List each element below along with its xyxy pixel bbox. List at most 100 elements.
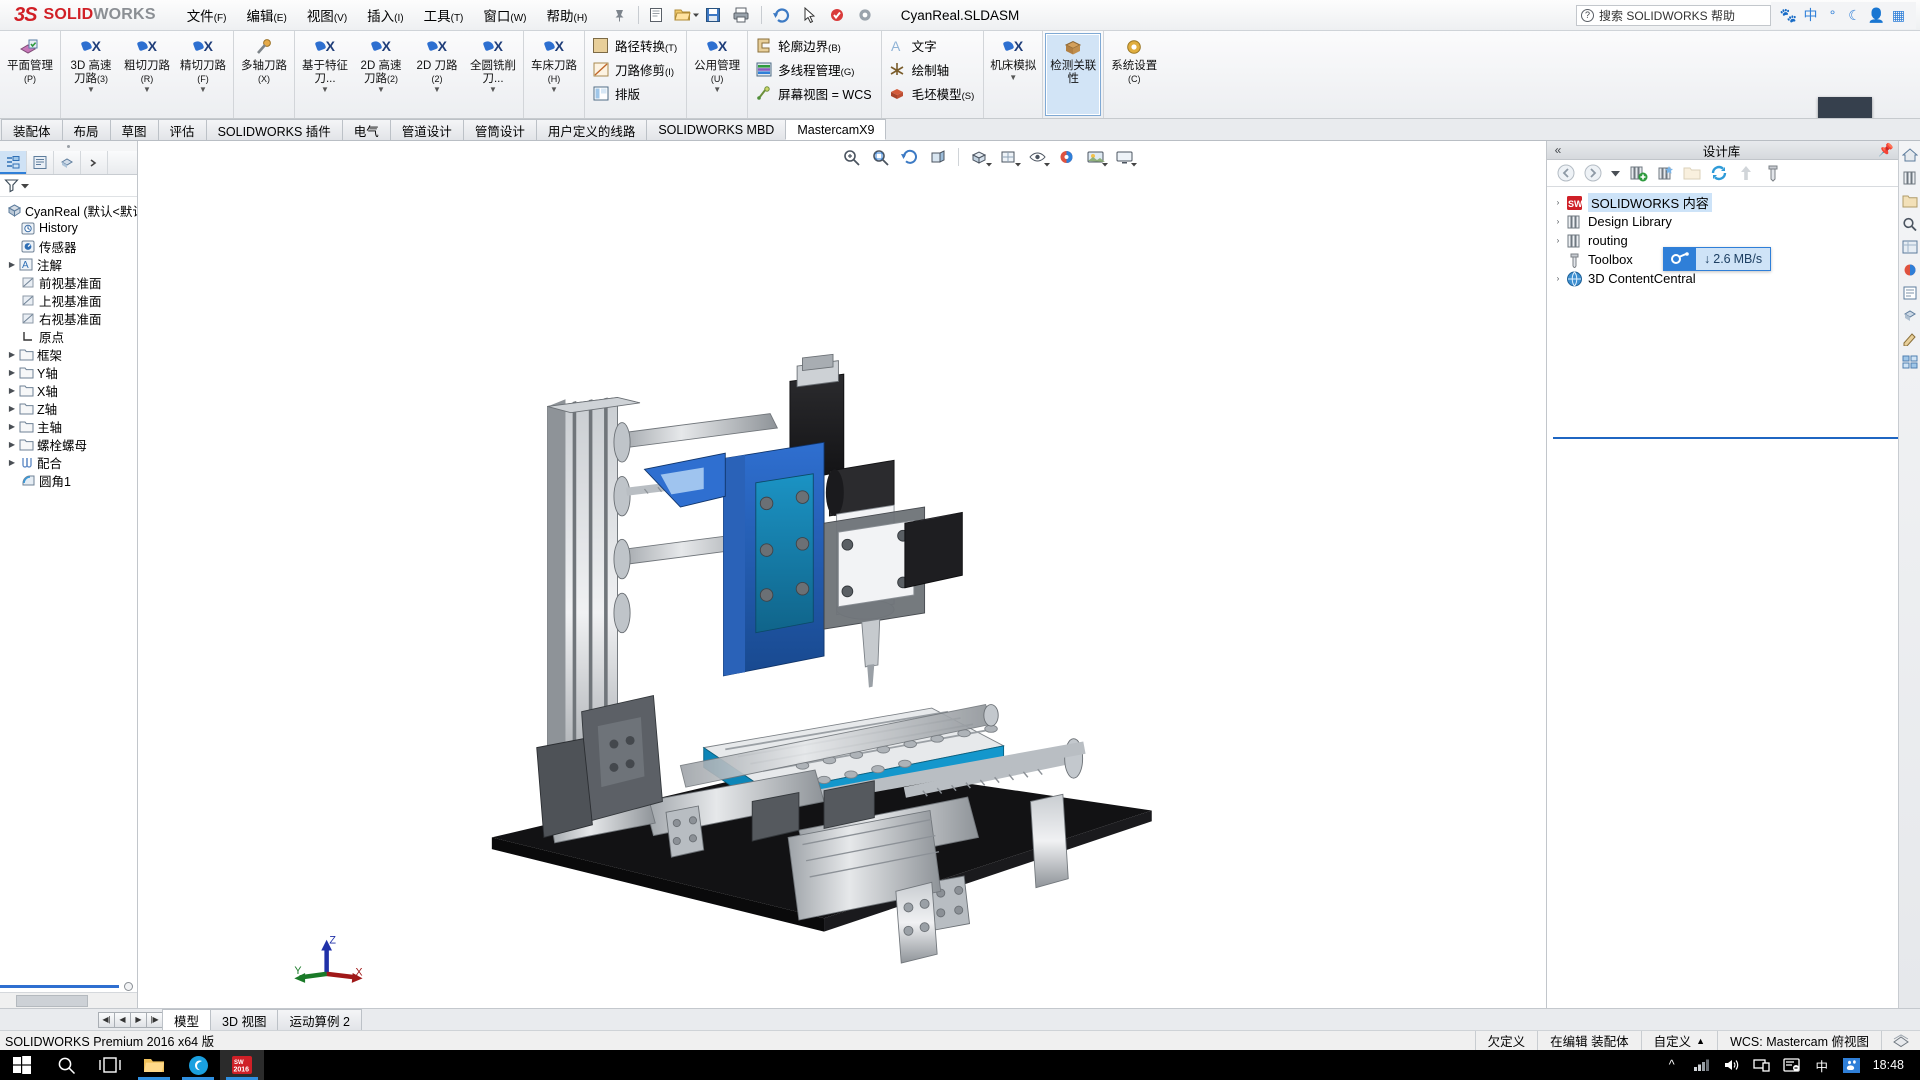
scroll-thumb[interactable] [16,995,88,1007]
rebuild-icon[interactable] [824,3,850,27]
document-tab-bar[interactable]: ◀| ◀ ▶ |▶ 模型 3D 视图 运动算例 2 [0,1008,1920,1030]
doc-tab-motion-study[interactable]: 运动算例 2 [277,1009,361,1030]
volume-icon[interactable] [1717,1050,1747,1080]
screen-view-wcs-item[interactable]: 屏幕视图 = WCS [752,82,876,105]
file-explorer-icon[interactable] [1901,193,1919,209]
library-item-design-library[interactable]: › Design Library [1547,212,1898,231]
chevron-down-icon[interactable]: ▼ [87,86,95,94]
feature-item-z-axis[interactable]: ▶ Z轴 [0,399,137,417]
start-button[interactable] [0,1050,44,1080]
feature-item-bolts-nuts[interactable]: ▶ 螺栓螺母 [0,435,137,453]
options-gear-icon[interactable] [852,3,878,27]
zoom-to-fit-icon[interactable] [838,144,864,170]
action-center-icon[interactable] [1777,1050,1807,1080]
feature-item-front-plane[interactable]: 前视基准面 [0,273,137,291]
quick-access-toolbar[interactable] [606,3,878,27]
multiaxis-toolpath-button[interactable]: 多轴刀路(X) [236,33,292,116]
built-in-icon[interactable] [1901,308,1919,324]
feature-item-spindle[interactable]: ▶ 主轴 [0,417,137,435]
task-view[interactable] [88,1050,132,1080]
stock-model-item[interactable]: 毛坯模型(S) [886,82,980,105]
menu-insert[interactable]: 插入(I) [358,1,412,29]
solidworks-app[interactable]: SW2016 [220,1050,264,1080]
expand-arrow-icon[interactable]: › [1551,198,1565,207]
weather-icon[interactable]: ° [1823,7,1842,23]
task-pane-rail[interactable] [1898,141,1920,1008]
multithread-manager-item[interactable]: 多线程管理(G) [752,58,876,81]
chevron-up-icon[interactable]: ▲ [1696,1036,1705,1046]
expand-arrow-icon[interactable]: › [1551,217,1565,226]
feature-item-annotations[interactable]: ▶ A 注解 [0,255,137,273]
splitter-knob[interactable] [124,982,133,991]
taskbar-clock[interactable]: 18:48 [1867,1058,1914,1072]
chevron-down-icon[interactable]: ▼ [713,86,721,94]
chevron-down-icon[interactable]: ▼ [1009,74,1017,82]
dropdown-icon[interactable] [1609,163,1621,184]
expand-arrow-icon[interactable]: ▶ [6,404,18,413]
check-associativity-button[interactable]: 检测关联性 [1045,33,1101,116]
select-icon[interactable] [796,3,822,27]
chevron-double-left-icon[interactable]: « [1547,143,1569,157]
tab-piping[interactable]: 管道设计 [390,119,464,140]
view-heads-up-toolbar[interactable] [138,141,1546,173]
menu-file[interactable]: 文件(F) [178,1,236,29]
ime-chinese-icon[interactable]: 中 [1807,1050,1837,1080]
window-status-icons[interactable]: 🐾 中 ° ☾ 👤 ▦ [1771,2,1916,29]
text-item[interactable]: A 文字 [886,34,980,57]
expand-arrow-icon[interactable]: ▶ [6,368,18,377]
tab-solidworks-addins[interactable]: SOLIDWORKS 插件 [206,119,343,140]
feature-tree-hscrollbar[interactable] [0,992,137,1008]
path-transform-item[interactable]: 路径转换(T) [589,34,682,57]
feature-item-fillet1[interactable]: 圆角1 [0,471,137,489]
last-icon[interactable]: |▶ [146,1012,163,1028]
chevron-down-icon[interactable]: ▼ [321,86,329,94]
tab-tubing[interactable]: 管筒设计 [463,119,537,140]
feature-item-top-plane[interactable]: 上视基准面 [0,291,137,309]
appearances-icon[interactable] [1053,144,1079,170]
tab-user-defined-route[interactable]: 用户定义的线路 [536,119,648,140]
expand-arrow-icon[interactable]: › [1551,274,1565,283]
library-item-solidworks-content[interactable]: › SW SOLIDWORKS 内容 [1547,193,1898,212]
doc-tab-model[interactable]: 模型 [162,1009,211,1030]
open-folder-icon[interactable] [1681,163,1702,184]
menu-edit[interactable]: 编辑(E) [237,1,295,29]
tab-solidworks-mbd[interactable]: SOLIDWORKS MBD [646,119,786,140]
expand-arrow-icon[interactable]: › [1551,236,1565,245]
feature-item-right-plane[interactable]: 右视基准面 [0,309,137,327]
save-icon[interactable] [701,3,727,27]
toolpath-2d-button[interactable]: 2D 刀路(2) ▼ [409,33,465,116]
add-to-library-icon[interactable] [1627,163,1648,184]
model-canvas[interactable]: Z X Y [138,173,1546,1008]
tab-assembly[interactable]: 装配体 [1,119,63,140]
feature-item-origin[interactable]: 原点 [0,327,137,345]
open-document-icon[interactable] [673,3,699,27]
command-ribbon[interactable]: 平面管理(P) 3D 高速刀路(3) ▼ 粗切刀路(R) ▼ 精切刀路(F) ▼ [0,31,1920,119]
expand-arrow-icon[interactable]: ▶ [6,440,18,449]
baidu-icon[interactable] [1837,1050,1867,1080]
menu-window[interactable]: 窗口(W) [474,1,535,29]
previous-view-icon[interactable] [896,144,922,170]
graphics-viewport[interactable]: Z X Y [138,141,1546,1008]
grid-icon[interactable]: ▦ [1889,7,1908,24]
network-icon[interactable] [1687,1050,1717,1080]
view-palette-icon[interactable] [1901,239,1919,255]
tab-electrical[interactable]: 电气 [342,119,391,140]
feature-item-frame[interactable]: ▶ 框架 [0,345,137,363]
library-splitter[interactable] [1553,437,1898,439]
toolpath-2d-highspeed-button[interactable]: 2D 高速刀路(2) ▼ [353,33,409,116]
toolpath-rough-button[interactable]: 粗切刀路(R) ▼ [119,33,175,116]
menu-tools[interactable]: 工具(T) [415,1,473,29]
view-orientation-icon[interactable] [966,144,992,170]
property-manager-tab[interactable] [27,151,54,174]
blocks-icon[interactable] [1901,354,1919,370]
system-tray[interactable]: ^ 中 18:48 [1657,1050,1920,1080]
file-explorer[interactable] [132,1050,176,1080]
forward-icon[interactable] [1582,163,1603,184]
feature-tree-root[interactable]: CyanReal (默认<默认 [0,201,137,219]
toolpath-finish-button[interactable]: 精切刀路(F) ▼ [175,33,231,116]
panel-resize-handle[interactable] [0,141,137,151]
menu-bar[interactable]: 文件(F) 编辑(E) 视图(V) 插入(I) 工具(T) 窗口(W) 帮助(H… [178,1,597,29]
paw-icon[interactable]: 🐾 [1779,7,1798,24]
moon-icon[interactable]: ☾ [1845,7,1864,24]
expand-arrow-icon[interactable]: ▶ [6,260,18,269]
